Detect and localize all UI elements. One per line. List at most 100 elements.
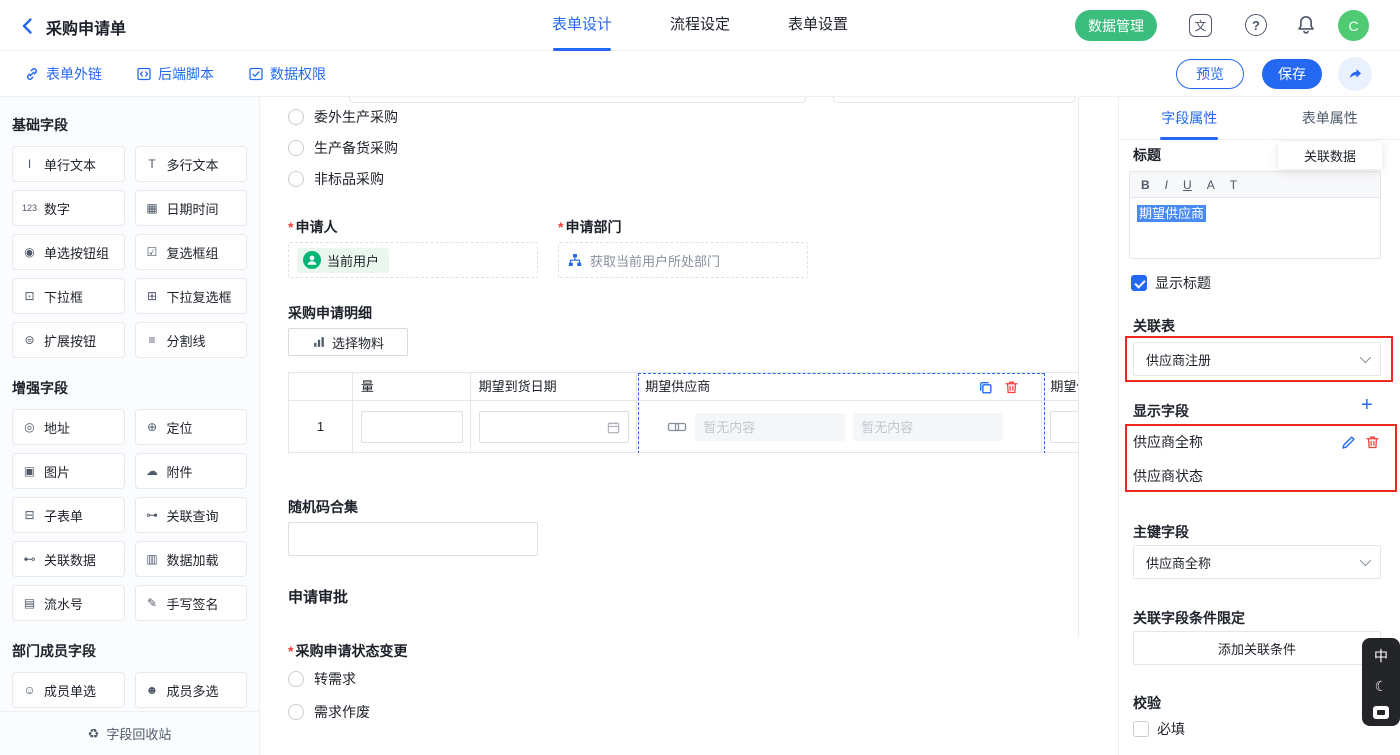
tab-form-design[interactable]: 表单设计 (552, 0, 612, 51)
show-title-checkbox[interactable] (1131, 275, 1147, 291)
field-related-data[interactable]: ⊷关联数据 (12, 541, 125, 577)
related-data-icon (667, 419, 687, 435)
ime-toolbar[interactable]: 中 ☾ (1362, 638, 1400, 726)
title-input[interactable]: 期望供应商 (1130, 198, 1380, 258)
radio-icon[interactable] (288, 171, 304, 187)
col-expected-date[interactable]: 期望到货日期 (471, 373, 638, 400)
italic-icon[interactable]: I (1165, 178, 1168, 192)
save-button[interactable]: 保存 (1262, 59, 1322, 89)
field-divider[interactable]: ≡分割线 (135, 322, 248, 358)
member-multi-icon: ☻ (144, 683, 161, 697)
delete-field-icon[interactable] (1364, 434, 1381, 451)
radio-icon[interactable] (288, 109, 304, 125)
field-attachment[interactable]: ☁附件 (135, 453, 248, 489)
field-serial-number[interactable]: ▤流水号 (12, 585, 125, 621)
radio-option[interactable]: 委外生产采购 (288, 107, 398, 127)
avatar[interactable]: C (1338, 10, 1369, 41)
radio-option[interactable]: 需求作废 (288, 702, 370, 722)
supplier2-input[interactable] (1050, 411, 1078, 443)
display-field-row[interactable]: 供应商状态 (1133, 464, 1381, 488)
random-code-label: 随机码合集 (288, 497, 358, 517)
help-icon[interactable]: ? (1245, 14, 1267, 36)
ime-moon-icon[interactable]: ☾ (1375, 678, 1388, 695)
external-link-button[interactable]: 表单外链 (24, 64, 102, 84)
required-checkbox[interactable] (1133, 721, 1149, 737)
ime-keyboard-icon[interactable] (1373, 706, 1389, 719)
add-display-field-icon[interactable]: + (1361, 395, 1373, 415)
primary-key-select[interactable]: 供应商全称 (1133, 545, 1381, 579)
recycle-icon: ♻ (88, 726, 100, 742)
field-related-query[interactable]: ⊶关联查询 (135, 497, 248, 533)
radio-option[interactable]: 转需求 (288, 669, 356, 689)
department-field[interactable]: 获取当前用户所处部门 (558, 242, 808, 278)
field-multi-text[interactable]: T多行文本 (135, 146, 248, 182)
field-recycle-bin[interactable]: ♻ 字段回收站 (0, 711, 259, 755)
address-icon: ◎ (21, 420, 38, 434)
tab-form-setting[interactable]: 表单设置 (788, 0, 848, 51)
field-extend-button[interactable]: ⊜扩展按钮 (12, 322, 125, 358)
field-subform[interactable]: ⊟子表单 (12, 497, 125, 533)
radio-icon[interactable] (288, 671, 304, 687)
ime-language-icon[interactable]: 中 (1374, 646, 1388, 666)
location-icon: ⊕ (144, 420, 161, 434)
field-signature[interactable]: ✎手写签名 (135, 585, 248, 621)
radio-option[interactable]: 非标品采购 (288, 169, 384, 189)
tab-form-properties[interactable]: 表单属性 (1260, 97, 1400, 139)
supplier-input-2[interactable]: 暂无内容 (853, 413, 1003, 441)
share-button[interactable] (1338, 57, 1372, 91)
field-radio-group[interactable]: ◉单选按钮组 (12, 234, 125, 270)
backend-script-button[interactable]: 后端脚本 (136, 64, 214, 84)
data-manage-button[interactable]: 数据管理 (1075, 10, 1157, 41)
random-code-input[interactable] (288, 522, 538, 556)
field-single-text[interactable]: I单行文本 (12, 146, 125, 182)
field-data-load[interactable]: ▥数据加载 (135, 541, 248, 577)
copy-column-icon[interactable] (977, 379, 994, 396)
field-datetime[interactable]: ▦日期时间 (135, 190, 248, 226)
add-condition-button[interactable]: 添加关联条件 (1133, 631, 1381, 665)
show-title-row[interactable]: 显示标题 (1131, 273, 1211, 293)
col-expected-supplier-2[interactable]: 期望供应 (1042, 373, 1078, 400)
delete-column-icon[interactable] (1003, 379, 1020, 396)
field-select[interactable]: ⊡下拉框 (12, 278, 125, 314)
underline-icon[interactable]: U (1183, 178, 1192, 192)
quantity-input[interactable] (361, 411, 463, 443)
detail-table: 量 期望到货日期 期望供应商 期望供应 1 暂无内容 (288, 372, 1078, 453)
tab-field-properties[interactable]: 字段属性 (1119, 97, 1260, 139)
bell-icon[interactable] (1295, 14, 1317, 36)
field-multi-select[interactable]: ⊞下拉复选框 (135, 278, 248, 314)
field-image[interactable]: ▣图片 (12, 453, 125, 489)
font-color-icon[interactable]: A (1207, 178, 1215, 192)
field-checkbox-group[interactable]: ☑复选框组 (135, 234, 248, 270)
multi-text-icon: T (144, 157, 161, 171)
edit-field-icon[interactable] (1340, 434, 1357, 451)
bold-icon[interactable]: B (1141, 178, 1150, 192)
field-location[interactable]: ⊕定位 (135, 409, 248, 445)
supplier-input-1[interactable]: 暂无内容 (695, 413, 845, 441)
col-quantity[interactable]: 量 (353, 373, 471, 400)
applicant-field[interactable]: 当前用户 (288, 242, 538, 278)
translate-icon[interactable]: 文 (1189, 14, 1212, 37)
select-material-button[interactable]: 选择物料 (288, 328, 408, 356)
related-query-icon: ⊶ (144, 508, 161, 522)
required-row[interactable]: 必填 (1133, 719, 1185, 739)
field-member-single[interactable]: ☺成员单选 (12, 672, 125, 708)
primary-key-label: 主键字段 (1133, 522, 1189, 542)
current-user-tag: 当前用户 (297, 248, 389, 273)
table-header: 量 期望到货日期 期望供应商 期望供应 (289, 373, 1078, 401)
date-input[interactable] (479, 411, 629, 443)
radio-icon[interactable] (288, 704, 304, 720)
section-title-enhanced: 增强字段 (12, 378, 247, 398)
related-table-select[interactable]: 供应商注册 (1133, 342, 1381, 376)
radio-option[interactable]: 生产备货采购 (288, 138, 398, 158)
tab-flow-setting[interactable]: 流程设定 (670, 0, 730, 51)
back-icon[interactable] (16, 14, 40, 38)
data-permission-button[interactable]: 数据权限 (248, 64, 326, 84)
preview-button[interactable]: 预览 (1176, 59, 1244, 89)
clipped-input-top-2[interactable] (833, 97, 1075, 103)
clipped-input-top-1[interactable] (349, 97, 806, 103)
field-member-multi[interactable]: ☻成员多选 (135, 672, 248, 708)
field-number[interactable]: 123数字 (12, 190, 125, 226)
radio-icon[interactable] (288, 140, 304, 156)
field-address[interactable]: ◎地址 (12, 409, 125, 445)
font-size-icon[interactable]: T (1230, 178, 1237, 192)
